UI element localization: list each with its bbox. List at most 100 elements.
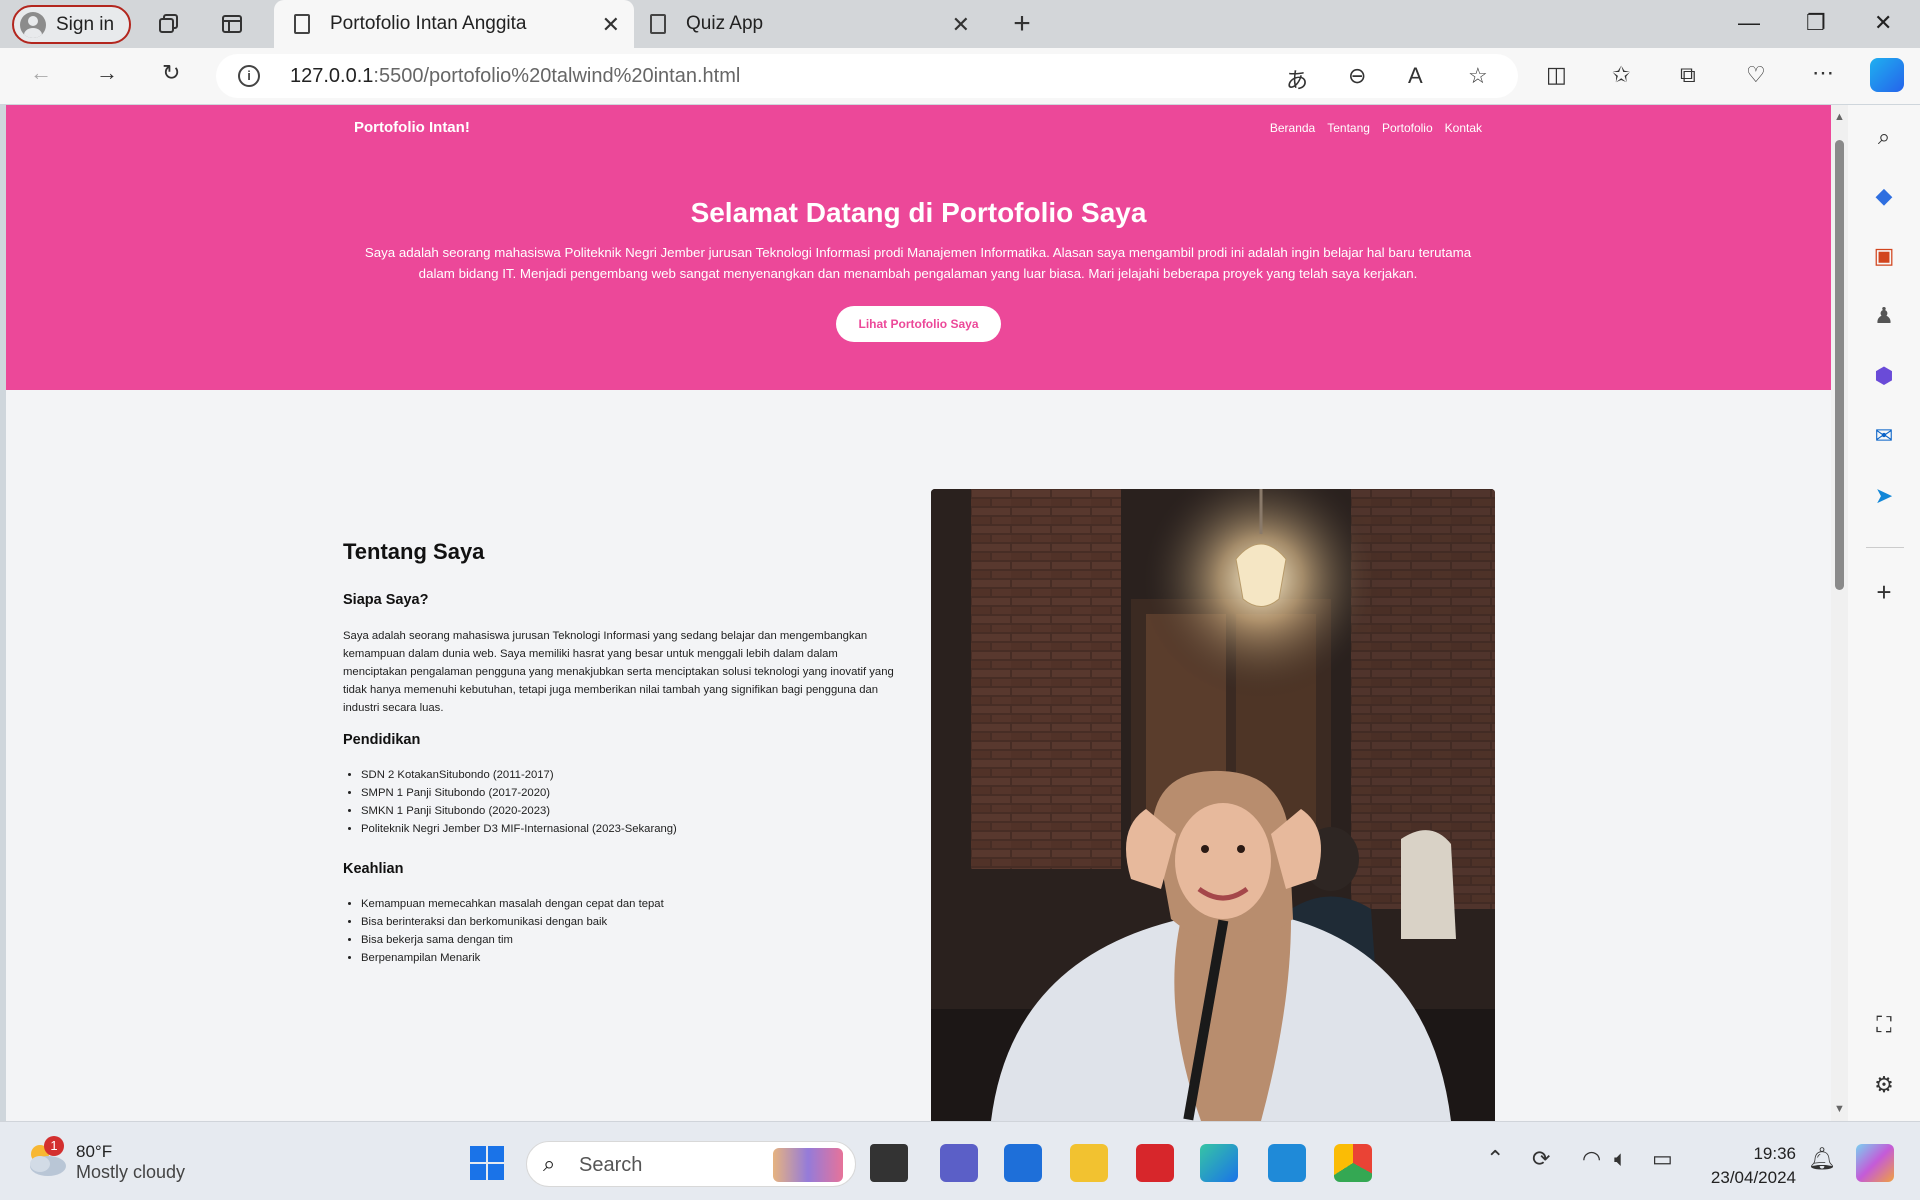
list-item: SDN 2 KotakanSitubondo (2011-2017) bbox=[361, 766, 901, 784]
battery-icon[interactable]: ▭ bbox=[1652, 1146, 1673, 1172]
list-item: Bisa bekerja sama dengan tim bbox=[361, 931, 901, 949]
settings-gear-icon[interactable]: ⚙ bbox=[1870, 1071, 1898, 1099]
restore-icon[interactable]: ❐ bbox=[1806, 10, 1826, 36]
edge-icon[interactable] bbox=[1200, 1144, 1238, 1182]
weather-badge: 1 bbox=[44, 1136, 64, 1156]
profile-signin-button[interactable]: Sign in bbox=[12, 5, 131, 44]
split-screen-icon[interactable]: ◫ bbox=[1546, 62, 1567, 88]
drop-icon[interactable]: ➤ bbox=[1870, 482, 1898, 510]
search-label: Search bbox=[579, 1154, 643, 1176]
close-window-icon[interactable]: ✕ bbox=[1874, 10, 1892, 36]
url-host: 127.0.0.1 bbox=[290, 65, 374, 87]
scroll-thumb[interactable] bbox=[1835, 140, 1844, 590]
nav-beranda[interactable]: Beranda bbox=[1270, 121, 1315, 135]
list-item: Kemampuan memecahkan masalah dengan cepa… bbox=[361, 895, 901, 913]
weather-widget[interactable]: 1 80°F Mostly cloudy bbox=[24, 1136, 185, 1183]
search-icon[interactable]: ⌕ bbox=[1870, 123, 1898, 151]
browser-titlebar: Sign in Portofolio Intan Anggita ✕ Quiz … bbox=[0, 0, 1920, 48]
site-nav: Beranda Tentang Portofolio Kontak bbox=[1270, 121, 1482, 135]
translate-icon[interactable]: あ bbox=[1286, 63, 1308, 95]
skills-title: Keahlian bbox=[343, 861, 404, 877]
minimize-icon[interactable]: — bbox=[1738, 10, 1760, 36]
close-tab-icon[interactable]: ✕ bbox=[952, 12, 970, 38]
url-path: :5500/portofolio%20talwind%20intan.html bbox=[373, 65, 741, 87]
wifi-icon[interactable]: ◠ bbox=[1582, 1146, 1601, 1172]
tray-chevron-icon[interactable]: ⌃ bbox=[1486, 1146, 1504, 1172]
read-aloud-icon[interactable]: A bbox=[1408, 63, 1423, 89]
who-title: Siapa Saya? bbox=[343, 592, 429, 608]
tab-actions-icon[interactable] bbox=[220, 12, 244, 36]
browser-toolbar: ← → ↻ i 127.0.0.1:5500/portofolio%20talw… bbox=[0, 48, 1920, 104]
collections-icon[interactable]: ⧉ bbox=[1680, 62, 1696, 88]
sync-icon[interactable]: ⟳ bbox=[1532, 1146, 1550, 1172]
outlook-icon[interactable]: ✉ bbox=[1870, 422, 1898, 450]
task-view-icon[interactable] bbox=[870, 1144, 908, 1182]
tab-quiz-app[interactable]: Quiz App ✕ bbox=[634, 0, 984, 48]
site-info-icon[interactable]: i bbox=[238, 65, 260, 87]
forward-icon[interactable]: → bbox=[96, 60, 118, 86]
copilot-taskbar-icon[interactable] bbox=[1856, 1144, 1894, 1182]
windows-taskbar: 1 80°F Mostly cloudy ⌕ Search ⌃ ⟳ ◠ 🔈︎ ▭… bbox=[0, 1121, 1920, 1200]
volume-icon[interactable]: 🔈︎ bbox=[1614, 1146, 1627, 1172]
search-highlight-icon bbox=[773, 1148, 843, 1182]
close-tab-icon[interactable]: ✕ bbox=[602, 12, 620, 38]
store-icon[interactable] bbox=[1004, 1144, 1042, 1182]
taskbar-search[interactable]: ⌕ Search bbox=[526, 1141, 856, 1187]
more-menu-icon[interactable]: ⋯ bbox=[1812, 60, 1834, 86]
microsoft365-icon[interactable]: ⬢ bbox=[1870, 362, 1898, 390]
browser-essentials-icon[interactable]: ♡ bbox=[1746, 62, 1766, 88]
signin-label: Sign in bbox=[56, 13, 115, 35]
nav-tentang[interactable]: Tentang bbox=[1327, 121, 1370, 135]
tools-icon[interactable]: ▣ bbox=[1870, 242, 1898, 270]
teams-icon[interactable] bbox=[940, 1144, 978, 1182]
profile-icon bbox=[20, 11, 46, 38]
refresh-icon[interactable]: ↻ bbox=[162, 60, 180, 86]
screenshot-icon[interactable]: ⛶ bbox=[1870, 1011, 1898, 1039]
page-icon bbox=[650, 14, 666, 34]
games-icon[interactable]: ♟ bbox=[1870, 302, 1898, 330]
back-icon[interactable]: ← bbox=[30, 60, 52, 86]
address-bar[interactable]: i 127.0.0.1:5500/portofolio%20talwind%20… bbox=[216, 54, 1518, 98]
list-item: Bisa berinteraksi dan berkomunikasi deng… bbox=[361, 913, 901, 931]
favorite-star-icon[interactable]: ☆ bbox=[1468, 63, 1488, 89]
new-tab-button[interactable]: + bbox=[1010, 9, 1034, 39]
start-button[interactable] bbox=[468, 1144, 506, 1182]
workspaces-icon[interactable] bbox=[157, 12, 181, 36]
url-text[interactable]: 127.0.0.1:5500/portofolio%20talwind%20in… bbox=[290, 65, 740, 88]
file-explorer-icon[interactable] bbox=[1070, 1144, 1108, 1182]
sidebar-divider bbox=[1866, 547, 1904, 548]
copilot-icon[interactable] bbox=[1870, 58, 1904, 92]
weather-temp: 80°F bbox=[76, 1142, 113, 1161]
nav-portofolio[interactable]: Portofolio bbox=[1382, 121, 1433, 135]
tab-title: Quiz App bbox=[686, 13, 764, 34]
site-brand[interactable]: Portofolio Intan! bbox=[354, 119, 470, 136]
scroll-down-arrow[interactable]: ▼ bbox=[1834, 1103, 1845, 1115]
clock-date: 23/04/2024 bbox=[1710, 1168, 1796, 1187]
webpage-viewport: Portofolio Intan! Beranda Tentang Portof… bbox=[6, 105, 1831, 1121]
tab-portofolio[interactable]: Portofolio Intan Anggita ✕ bbox=[274, 0, 634, 48]
tab-title: Portofolio Intan Anggita bbox=[330, 13, 527, 34]
clock-time: 19:36 bbox=[1753, 1144, 1796, 1163]
mcafee-icon[interactable] bbox=[1136, 1144, 1174, 1182]
nav-kontak[interactable]: Kontak bbox=[1445, 121, 1482, 135]
scroll-up-arrow[interactable]: ▲ bbox=[1834, 111, 1845, 123]
education-list: SDN 2 KotakanSitubondo (2011-2017) SMPN … bbox=[361, 766, 901, 838]
shopping-tag-icon[interactable]: ◆ bbox=[1870, 182, 1898, 210]
vscode-icon[interactable] bbox=[1268, 1144, 1306, 1182]
chrome-icon[interactable] bbox=[1334, 1144, 1372, 1182]
list-item: SMKN 1 Panji Situbondo (2020-2023) bbox=[361, 802, 901, 820]
add-icon[interactable]: + bbox=[1870, 578, 1898, 606]
zoom-out-icon[interactable]: ⊖ bbox=[1348, 63, 1366, 89]
edge-sidebar: ⌕ ◆ ▣ ♟ ⬢ ✉ ➤ + ⛶ ⚙ bbox=[1848, 105, 1920, 1121]
page-icon bbox=[294, 14, 310, 34]
education-title: Pendidikan bbox=[343, 732, 421, 748]
weather-cloud-icon: 1 bbox=[24, 1136, 68, 1178]
page-scrollbar[interactable]: ▲ ▼ bbox=[1831, 105, 1848, 1121]
hero-title: Selamat Datang di Portofolio Saya bbox=[690, 197, 1147, 228]
favorites-icon[interactable]: ✩ bbox=[1612, 62, 1630, 88]
hero-text: Saya adalah seorang mahasiswa Politeknik… bbox=[364, 245, 1472, 281]
notification-bell-icon[interactable]: 🔔︎ bbox=[1808, 1146, 1836, 1172]
hero-section: Portofolio Intan! Beranda Tentang Portof… bbox=[6, 105, 1831, 390]
taskbar-clock[interactable]: 19:36 23/04/2024 bbox=[1711, 1142, 1796, 1190]
portfolio-cta-button[interactable]: Lihat Portofolio Saya bbox=[836, 306, 1001, 342]
